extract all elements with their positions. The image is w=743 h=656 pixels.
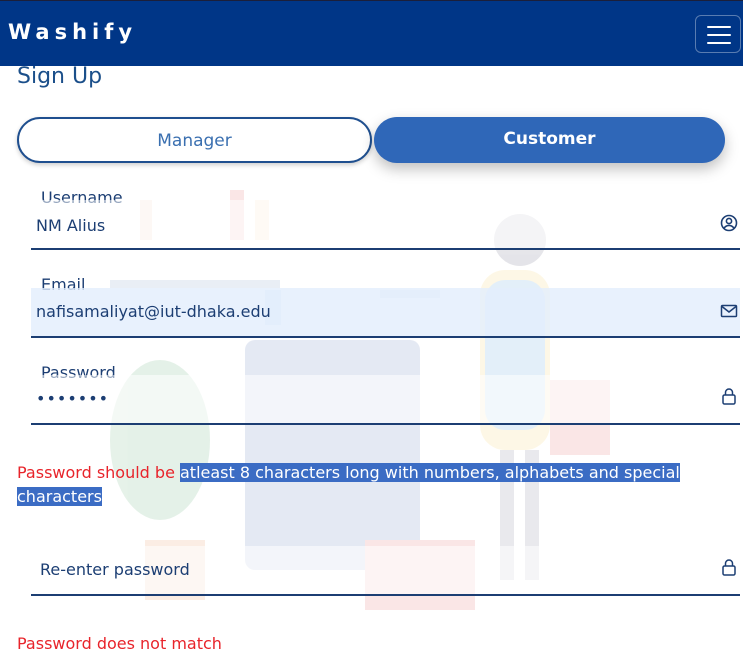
password-field[interactable]: ••••••• — [31, 375, 740, 425]
email-field[interactable]: nafisamaliyat@iut-dhaka.edu — [31, 288, 740, 338]
envelope-icon — [720, 304, 738, 318]
password-match-error: Password does not match — [17, 634, 222, 653]
password-error-highlight-2: characters — [17, 487, 102, 506]
role-manager-button[interactable]: Manager — [17, 117, 372, 163]
password-error: Password should be atleast 8 characters … — [17, 461, 727, 509]
username-value: NM Alius — [36, 216, 106, 235]
password-error-highlight: atleast 8 characters long with numbers, … — [180, 463, 680, 482]
hamburger-icon — [707, 26, 731, 28]
menu-toggle-button[interactable] — [695, 15, 741, 53]
page-title: Sign Up — [17, 64, 103, 89]
password-error-prefix: Password should be — [17, 463, 180, 482]
brand-logo[interactable]: Washify — [8, 20, 137, 44]
user-circle-icon — [720, 214, 738, 232]
lock-icon — [722, 388, 736, 405]
username-field[interactable]: NM Alius — [31, 200, 740, 250]
navbar: Washify — [0, 0, 743, 66]
role-customer-button[interactable]: Customer — [374, 117, 725, 163]
reenter-password-field[interactable]: Re-enter password — [31, 546, 740, 596]
reenter-password-placeholder: Re-enter password — [40, 560, 190, 579]
password-value: ••••••• — [36, 389, 110, 408]
email-value: nafisamaliyat@iut-dhaka.edu — [36, 302, 271, 321]
lock-icon — [722, 559, 736, 576]
